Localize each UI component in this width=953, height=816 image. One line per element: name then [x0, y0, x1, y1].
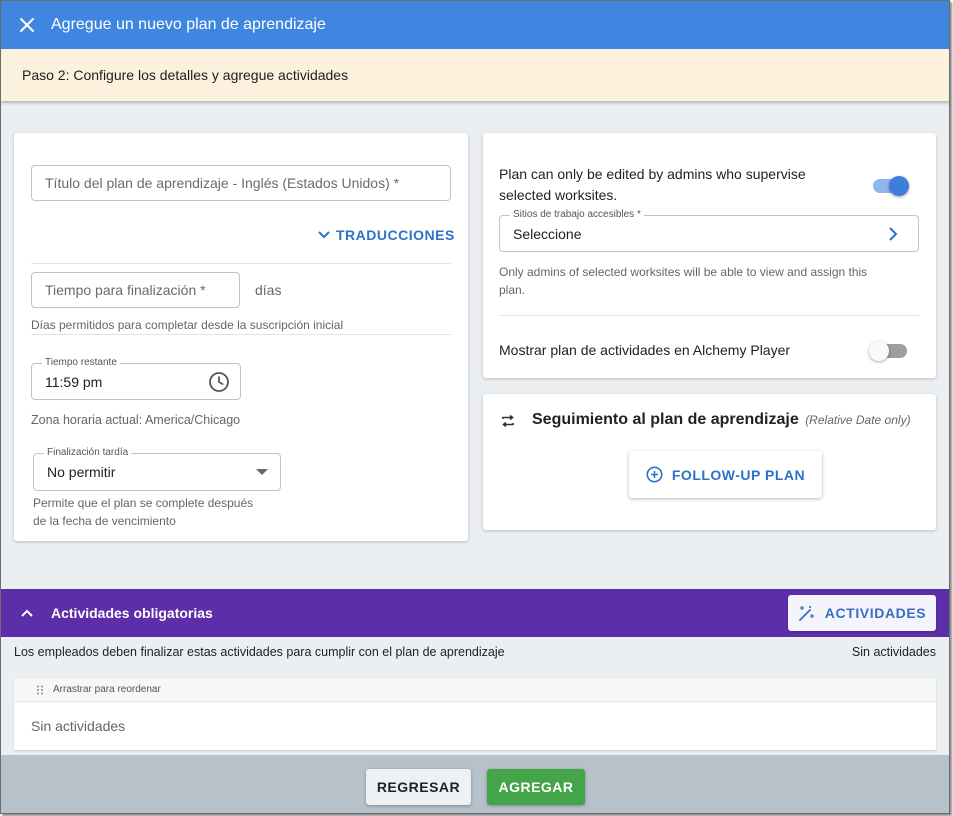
activities-table-header: Arrastrar para reordenar	[14, 678, 936, 702]
alchemy-player-toggle[interactable]	[869, 340, 909, 362]
add-activities-label: ACTIVIDADES	[824, 605, 927, 621]
back-button[interactable]: REGRESAR	[366, 769, 471, 805]
add-button[interactable]: AGREGAR	[487, 769, 585, 805]
followup-note: (Relative Date only)	[805, 413, 911, 427]
worksites-help: Only admins of selected worksites will b…	[499, 263, 867, 299]
followup-plan-label: FOLLOW-UP PLAN	[671, 466, 806, 483]
late-completion-value: No permitir	[47, 464, 116, 480]
divider	[31, 263, 451, 264]
add-circle-icon	[646, 466, 663, 483]
toggle-thumb	[889, 176, 909, 196]
timezone-text: Zona horaria actual: America/Chicago	[31, 413, 241, 427]
alchemy-player-text: Mostrar plan de actividades en Alchemy P…	[499, 342, 791, 358]
late-completion-help-line: Permite que el plan se complete después	[33, 496, 254, 510]
admin-edit-toggle[interactable]	[873, 175, 911, 197]
followup-plan-button[interactable]: FOLLOW-UP PLAN	[629, 451, 822, 498]
access-card: Plan can only be edited by admins who su…	[483, 133, 936, 378]
divider	[499, 315, 919, 316]
translations-label: TRADUCCIONES	[336, 227, 455, 243]
completion-time-help: Días permitidos para completar desde la …	[31, 318, 344, 332]
activities-count: Sin actividades	[851, 645, 936, 659]
completion-time-unit: días	[255, 282, 282, 298]
clock-icon[interactable]	[208, 371, 230, 393]
completion-time-input[interactable]: Tiempo para finalización *	[31, 272, 240, 308]
add-activities-button[interactable]: ACTIVIDADES	[788, 595, 936, 631]
remaining-time-value: 11:59 pm	[45, 373, 103, 390]
step-banner: Paso 2: Configure los detalles y agregue…	[1, 49, 949, 101]
dropdown-arrow-icon	[256, 469, 268, 475]
dialog-header: Agregue un nuevo plan de aprendizaje	[1, 1, 949, 49]
plan-details-card: Título del plan de aprendizaje - Inglés …	[14, 133, 468, 541]
chevron-up-icon[interactable]	[18, 604, 36, 622]
magic-wand-icon	[798, 605, 814, 621]
required-activities-title: Actividades obligatorias	[51, 605, 213, 621]
late-completion-select[interactable]: Finalización tardía No permitir	[33, 446, 281, 491]
activities-empty-state: Sin actividades	[31, 717, 126, 734]
required-activities-header: Actividades obligatorias ACTIVIDADES	[1, 589, 949, 637]
worksites-label: Sitios de trabajo accesibles *	[510, 208, 644, 222]
followup-card: Seguimiento al plan de aprendizaje (Rela…	[483, 394, 936, 530]
repeat-icon	[502, 414, 514, 428]
late-completion-label: Finalización tardía	[44, 446, 132, 460]
remaining-time-label: Tiempo restante	[42, 356, 120, 370]
remaining-time-input[interactable]: Tiempo restante 11:59 pm	[31, 356, 241, 400]
close-icon[interactable]	[17, 15, 37, 35]
worksites-help-line: Only admins of selected worksites will b…	[499, 265, 868, 279]
admin-edit-text-line: Plan can only be edited by admins who su…	[499, 166, 806, 182]
plan-title-placeholder: Título del plan de aprendizaje - Inglés …	[45, 175, 400, 191]
dialog: Agregue un nuevo plan de aprendizaje Pas…	[0, 0, 950, 814]
completion-time-placeholder: Tiempo para finalización *	[45, 282, 206, 298]
late-completion-help-line: de la fecha de vencimiento	[33, 514, 176, 528]
chevron-down-icon	[318, 231, 330, 239]
admin-edit-text: Plan can only be edited by admins who su…	[499, 164, 806, 206]
worksites-select[interactable]: Sitios de trabajo accesibles * Seleccion…	[499, 208, 919, 252]
required-activities-description: Los empleados deben finalizar estas acti…	[14, 645, 505, 659]
chevron-right-icon	[889, 227, 898, 241]
followup-title-text: Seguimiento al plan de aprendizaje	[532, 411, 799, 428]
admin-edit-text-line: selected worksites.	[499, 187, 618, 203]
late-completion-help: Permite que el plan se complete después …	[33, 494, 253, 530]
worksites-value: Seleccione	[513, 225, 582, 242]
activities-table: Arrastrar para reordenar Sin actividades	[14, 678, 936, 750]
drag-handle-icon	[37, 685, 43, 694]
divider	[31, 334, 451, 335]
followup-title: Seguimiento al plan de aprendizaje (Rela…	[532, 411, 911, 429]
toggle-thumb	[869, 341, 889, 361]
plan-title-input[interactable]: Título del plan de aprendizaje - Inglés …	[31, 165, 451, 201]
dialog-footer: REGRESAR AGREGAR	[1, 755, 949, 813]
drag-reorder-label: Arrastrar para reordenar	[53, 684, 161, 695]
translations-button[interactable]: TRADUCCIONES	[317, 227, 455, 243]
worksites-help-line: plan.	[499, 283, 526, 297]
dialog-title: Agregue un nuevo plan de aprendizaje	[51, 16, 326, 33]
